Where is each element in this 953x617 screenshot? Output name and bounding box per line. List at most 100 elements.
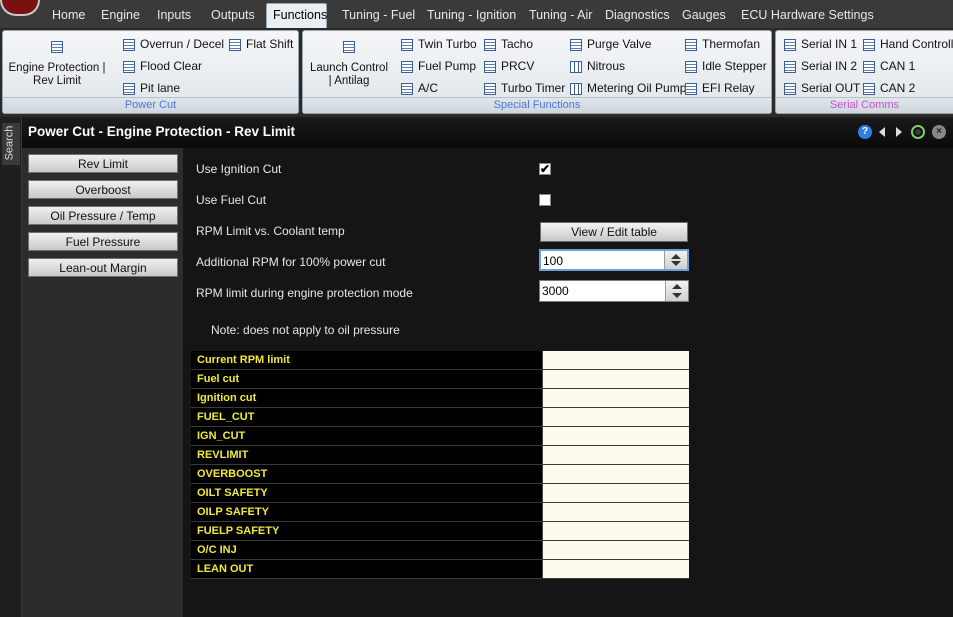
tab-tuning-air[interactable]: Tuning - Air	[523, 5, 598, 27]
serial-in-2-button[interactable]: Serial IN 2	[784, 57, 857, 75]
serial-in-1-button[interactable]: Serial IN 1	[784, 35, 857, 53]
launch-control-antilag-button[interactable]: Launch Control | Antilag	[307, 41, 391, 88]
view-edit-table-button[interactable]: View / Edit table	[540, 222, 688, 242]
pit-lane-button[interactable]: Pit lane	[123, 79, 180, 97]
idle-stepper-button[interactable]: Idle Stepper	[685, 57, 767, 75]
protection-rpm-spinbox[interactable]	[539, 280, 689, 302]
can-1-button[interactable]: CAN 1	[863, 57, 915, 75]
serial-out-label: Serial OUT	[801, 81, 861, 95]
nav-oil-pressure-temp[interactable]: Oil Pressure / Temp	[28, 206, 178, 225]
forward-arrow-icon[interactable]	[896, 127, 902, 137]
use-fuel-cut-label: Use Fuel Cut	[196, 193, 267, 207]
spin-up-icon[interactable]	[671, 254, 681, 259]
hand-controller-button[interactable]: Hand Controller	[863, 35, 953, 53]
help-icon[interactable]: ?	[858, 125, 872, 139]
document-icon	[401, 38, 413, 51]
serial-in-2-label: Serial IN 2	[801, 59, 858, 73]
overrun-decel-button[interactable]: Overrun / Decel	[123, 35, 224, 53]
efi-relay-label: EFI Relay	[702, 81, 755, 95]
status-name: Fuel cut	[191, 369, 543, 389]
gauge-icon[interactable]	[911, 125, 925, 139]
document-icon	[229, 38, 241, 51]
ribbon-group-special-functions: Launch Control | Antilag Twin Turbo Tach…	[302, 30, 772, 114]
metering-oil-pump-button[interactable]: Metering Oil Pump	[570, 79, 686, 97]
close-icon[interactable]: ×	[932, 125, 946, 139]
idle-stepper-label: Idle Stepper	[702, 59, 767, 73]
fuel-pump-label: Fuel Pump	[418, 59, 477, 73]
ribbon: Engine Protection | Rev Limit Overrun / …	[0, 28, 953, 114]
status-name: O/C INJ	[191, 540, 543, 560]
tab-home[interactable]: Home	[46, 5, 91, 27]
tab-tuning-ignition[interactable]: Tuning - Ignition	[421, 5, 522, 27]
can-2-label: CAN 2	[880, 81, 916, 95]
ribbon-group-serial-comms: Serial IN 1 Hand Controller Serial IN 2 …	[775, 30, 953, 114]
nav-rev-limit[interactable]: Rev Limit	[28, 154, 178, 173]
ac-button[interactable]: A/C	[401, 79, 438, 97]
additional-rpm-input[interactable]	[543, 252, 663, 269]
search-tab[interactable]: Search	[2, 123, 20, 165]
purge-valve-button[interactable]: Purge Valve	[570, 35, 651, 53]
tab-gauges[interactable]: Gauges	[676, 5, 732, 27]
status-value	[542, 483, 689, 503]
tab-diagnostics[interactable]: Diagnostics	[599, 5, 676, 27]
table-row: Current RPM limit	[191, 351, 689, 370]
use-fuel-cut-checkbox[interactable]	[539, 194, 551, 206]
serial-out-button[interactable]: Serial OUT	[784, 79, 860, 97]
tacho-button[interactable]: Tacho	[484, 35, 533, 53]
fuel-pump-button[interactable]: Fuel Pump	[401, 57, 476, 75]
oil-pressure-note: Note: does not apply to oil pressure	[211, 323, 400, 337]
spin-down-icon[interactable]	[671, 261, 681, 266]
document-icon	[51, 41, 63, 53]
status-name: Ignition cut	[191, 388, 543, 408]
tab-inputs[interactable]: Inputs	[151, 5, 197, 27]
metering-oil-pump-label: Metering Oil Pump	[587, 81, 687, 95]
flat-shift-button[interactable]: Flat Shift	[229, 35, 293, 53]
document-icon	[123, 60, 135, 73]
hand-controller-label: Hand Controller	[880, 37, 953, 51]
prcv-button[interactable]: PRCV	[484, 57, 534, 75]
app-logo[interactable]	[0, 0, 40, 16]
flood-clear-button[interactable]: Flood Clear	[123, 57, 202, 75]
additional-rpm-spinbox[interactable]	[539, 249, 689, 271]
engine-protection-rev-limit-button[interactable]: Engine Protection | Rev Limit	[7, 41, 107, 88]
efi-relay-button[interactable]: EFI Relay	[685, 79, 755, 97]
thermofan-button[interactable]: Thermofan	[685, 35, 760, 53]
status-table: Current RPM limit Fuel cut Ignition cut …	[191, 351, 689, 579]
tab-tuning-fuel[interactable]: Tuning - Fuel	[336, 5, 421, 27]
table-row: LEAN OUT	[191, 559, 689, 579]
document-icon	[123, 82, 135, 95]
tab-outputs[interactable]: Outputs	[205, 5, 261, 27]
nav-overboost[interactable]: Overboost	[28, 180, 178, 199]
use-ignition-cut-checkbox[interactable]: ✔	[539, 163, 551, 175]
search-strip: Search	[0, 117, 22, 617]
back-arrow-icon[interactable]	[879, 127, 885, 137]
flood-clear-label: Flood Clear	[140, 59, 203, 73]
twin-turbo-label: Twin Turbo	[418, 37, 477, 51]
left-nav: Rev Limit Overboost Oil Pressure / Temp …	[22, 148, 183, 617]
launch-control-label: Launch Control | Antilag	[310, 62, 388, 87]
nitrous-button[interactable]: Nitrous	[570, 57, 625, 75]
nav-fuel-pressure[interactable]: Fuel Pressure	[28, 232, 178, 251]
spin-down-icon[interactable]	[672, 293, 682, 298]
document-icon	[685, 82, 697, 95]
thermofan-label: Thermofan	[702, 37, 761, 51]
can-2-button[interactable]: CAN 2	[863, 79, 915, 97]
tab-ecu-hardware-settings[interactable]: ECU Hardware Settings	[735, 5, 880, 27]
document-icon	[401, 60, 413, 73]
tab-engine[interactable]: Engine	[95, 5, 146, 27]
turbo-timer-button[interactable]: Turbo Timer	[484, 79, 565, 97]
status-value	[542, 540, 689, 560]
can-1-label: CAN 1	[880, 59, 916, 73]
table-row: O/C INJ	[191, 540, 689, 560]
nav-lean-out-margin[interactable]: Lean-out Margin	[28, 258, 178, 277]
twin-turbo-button[interactable]: Twin Turbo	[401, 35, 477, 53]
protection-rpm-input[interactable]	[542, 282, 662, 299]
status-value	[542, 351, 689, 370]
protection-rpm-label: RPM limit during engine protection mode	[196, 286, 413, 300]
rpm-vs-coolant-label: RPM Limit vs. Coolant temp	[196, 224, 345, 238]
additional-rpm-spinner[interactable]	[664, 251, 687, 269]
protection-rpm-spinner[interactable]	[665, 281, 688, 301]
table-row: OILT SAFETY	[191, 483, 689, 503]
spin-up-icon[interactable]	[672, 284, 682, 289]
tab-functions[interactable]: Functions	[266, 3, 327, 28]
